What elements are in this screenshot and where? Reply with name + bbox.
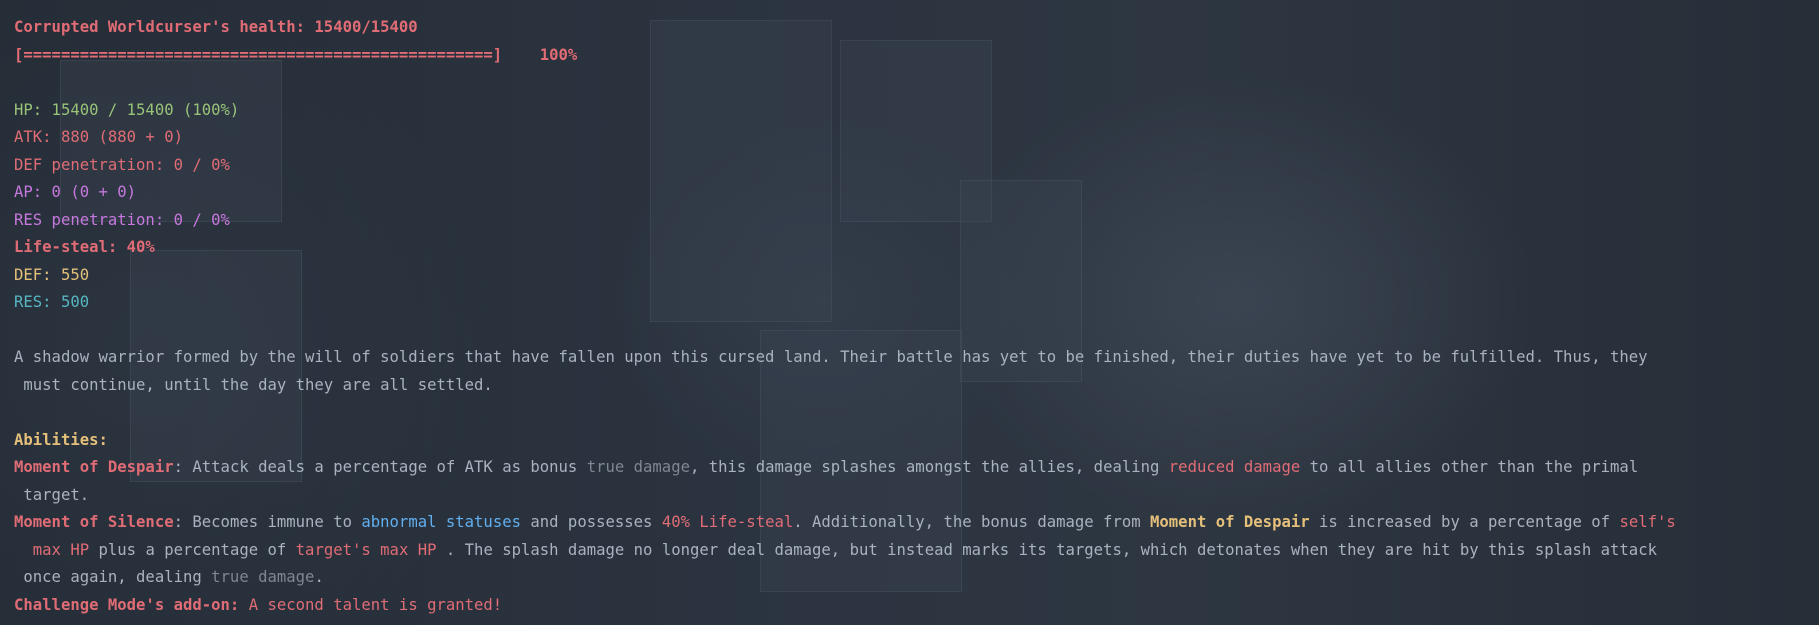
keyword-lifesteal: 40% Life-steal <box>661 513 794 531</box>
ability-moment-of-despair: Moment of Despair: Attack deals a percen… <box>14 458 1639 476</box>
boss-health-percent: 100% <box>539 45 578 64</box>
boss-health-label: Corrupted Worldcurser's health: 15400/15… <box>14 18 418 36</box>
keyword-target-max-hp: target's max HP <box>295 540 437 559</box>
stat-def: DEF: 550 <box>14 265 90 284</box>
keyword-true-damage: true damage <box>211 568 315 586</box>
ability-moment-of-silence: Moment of Silence: Becomes immune to abn… <box>14 513 1676 531</box>
keyword-reduced-damage: reduced damage <box>1168 458 1301 476</box>
description-line-2: must continue, until the day they are al… <box>14 375 493 394</box>
stat-hp: HP: 15400 / 15400 (100%) <box>14 100 240 119</box>
stat-def-penetration: DEF penetration: 0 / 0% <box>14 155 230 174</box>
boss-health-bar: [=======================================… <box>14 45 503 64</box>
description-line-1: A shadow warrior formed by the will of s… <box>14 348 1648 366</box>
stat-lifesteal: Life-steal: 40% <box>14 238 155 256</box>
ability-moment-of-despair-cont: target. <box>14 485 90 504</box>
ability-moment-of-silence-cont-2: once again, dealing true damage. <box>14 568 324 586</box>
keyword-abnormal: abnormal <box>361 513 437 531</box>
keyword-statuses: statuses <box>445 513 521 531</box>
stat-atk: ATK: 880 (880 + 0) <box>14 128 183 146</box>
boss-health-bar-line: [=======================================… <box>14 42 1804 70</box>
challenge-mode-addon: Challenge Mode's add-on: A second talent… <box>14 592 1804 620</box>
keyword-max-hp: max HP <box>32 540 90 559</box>
ability-moment-of-silence-cont-1: max HP plus a percentage of target's max… <box>32 540 1657 559</box>
keyword-true-damage: true damage <box>586 458 690 476</box>
stat-res-penetration: RES penetration: 0 / 0% <box>14 210 230 229</box>
ability-name: Moment of Silence <box>14 513 174 531</box>
stat-res: RES: 500 <box>14 293 90 311</box>
ability-name: Moment of Despair <box>14 458 174 476</box>
stat-ap: AP: 0 (0 + 0) <box>14 183 137 201</box>
keyword-moment-of-despair: Moment of Despair <box>1150 513 1310 531</box>
abilities-header: Abilities: <box>14 430 108 449</box>
challenge-mode-text: A second talent is granted! <box>239 595 503 614</box>
keyword-selfs: self's <box>1619 513 1676 531</box>
terminal-output: Corrupted Worldcurser's health: 15400/15… <box>14 14 1804 619</box>
challenge-mode-label: Challenge Mode's add-on: <box>14 595 240 614</box>
